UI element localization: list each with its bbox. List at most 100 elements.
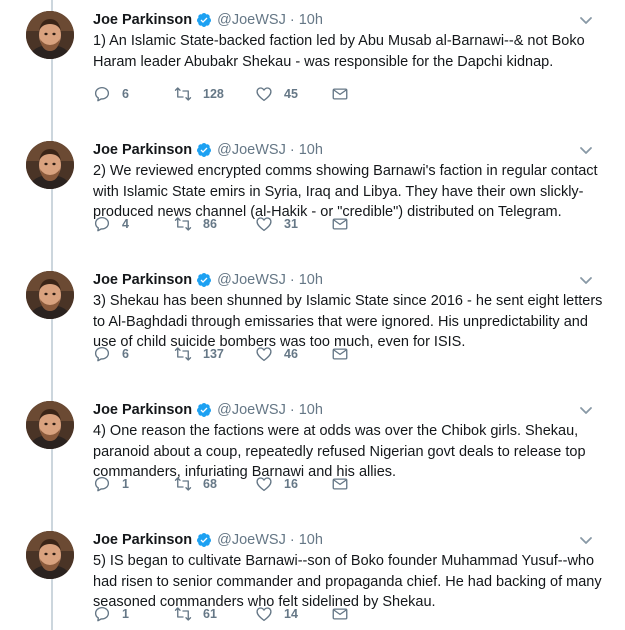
author-name[interactable]: Joe Parkinson xyxy=(93,532,192,548)
retweet-count: 137 xyxy=(203,347,224,361)
reply-count: 6 xyxy=(122,87,129,101)
reply-button[interactable]: 1 xyxy=(93,474,129,494)
chevron-down-icon[interactable] xyxy=(578,402,594,418)
direct-message-button[interactable] xyxy=(331,344,349,364)
retweet-count: 68 xyxy=(203,477,217,491)
tweet-5[interactable]: Joe Parkinson @JoeWSJ · 10h 5) IS began … xyxy=(0,520,625,630)
verified-badge-icon xyxy=(196,272,212,288)
separator-dot: · xyxy=(289,532,295,548)
verified-badge-icon xyxy=(196,12,212,28)
tweet-text: 1) An Islamic State-backed faction led b… xyxy=(93,33,585,70)
retweet-button[interactable]: 61 xyxy=(174,604,217,624)
heart-icon xyxy=(256,347,272,362)
author-handle[interactable]: @JoeWSJ xyxy=(217,12,286,28)
reply-count: 6 xyxy=(122,347,129,361)
tweet-thread: Joe Parkinson @JoeWSJ · 10h 1) An Islami… xyxy=(0,0,625,630)
heart-icon xyxy=(256,607,272,622)
author-handle[interactable]: @JoeWSJ xyxy=(217,402,286,418)
retweet-button[interactable]: 128 xyxy=(174,84,224,104)
reply-count: 4 xyxy=(122,217,129,231)
envelope-icon xyxy=(332,478,348,490)
tweet-actions: 6 128 45 xyxy=(93,84,393,104)
separator-dot: · xyxy=(289,12,295,28)
reply-icon xyxy=(94,346,110,362)
avatar[interactable] xyxy=(26,271,74,319)
retweet-count: 128 xyxy=(203,87,224,101)
chevron-down-icon[interactable] xyxy=(578,12,594,28)
heart-icon xyxy=(256,477,272,492)
timestamp[interactable]: 10h xyxy=(299,402,323,418)
verified-badge-icon xyxy=(196,402,212,418)
verified-badge-icon xyxy=(196,142,212,158)
retweet-button[interactable]: 86 xyxy=(174,214,217,234)
tweet-4[interactable]: Joe Parkinson @JoeWSJ · 10h 4) One reaso… xyxy=(0,390,625,520)
avatar[interactable] xyxy=(26,401,74,449)
retweet-icon xyxy=(174,217,192,231)
chevron-down-icon[interactable] xyxy=(578,142,594,158)
retweet-icon xyxy=(174,477,192,491)
tweet-2[interactable]: Joe Parkinson @JoeWSJ · 10h 2) We review… xyxy=(0,130,625,260)
retweet-count: 61 xyxy=(203,607,217,621)
chevron-down-icon[interactable] xyxy=(578,532,594,548)
reply-button[interactable]: 6 xyxy=(93,84,129,104)
like-button[interactable]: 31 xyxy=(255,214,298,234)
envelope-icon xyxy=(332,88,348,100)
tweet-actions: 1 68 16 xyxy=(93,474,393,494)
author-name[interactable]: Joe Parkinson xyxy=(93,272,192,288)
separator-dot: · xyxy=(289,142,295,158)
retweet-button[interactable]: 137 xyxy=(174,344,224,364)
like-count: 14 xyxy=(284,607,298,621)
reply-icon xyxy=(94,216,110,232)
retweet-count: 86 xyxy=(203,217,217,231)
like-button[interactable]: 46 xyxy=(255,344,298,364)
reply-icon xyxy=(94,86,110,102)
avatar[interactable] xyxy=(26,531,74,579)
like-count: 31 xyxy=(284,217,298,231)
tweet-3[interactable]: Joe Parkinson @JoeWSJ · 10h 3) Shekau ha… xyxy=(0,260,625,390)
author-handle[interactable]: @JoeWSJ xyxy=(217,142,286,158)
tweet-header: Joe Parkinson @JoeWSJ · 10h xyxy=(93,11,323,29)
envelope-icon xyxy=(332,608,348,620)
reply-icon xyxy=(94,606,110,622)
tweet-actions: 1 61 14 xyxy=(93,604,393,624)
chevron-down-icon[interactable] xyxy=(578,272,594,288)
direct-message-button[interactable] xyxy=(331,474,349,494)
author-handle[interactable]: @JoeWSJ xyxy=(217,532,286,548)
reply-button[interactable]: 4 xyxy=(93,214,129,234)
tweet-header: Joe Parkinson @JoeWSJ · 10h xyxy=(93,531,323,549)
timestamp[interactable]: 10h xyxy=(299,272,323,288)
reply-count: 1 xyxy=(122,607,129,621)
like-button[interactable]: 14 xyxy=(255,604,298,624)
author-handle[interactable]: @JoeWSJ xyxy=(217,272,286,288)
tweet-header: Joe Parkinson @JoeWSJ · 10h xyxy=(93,271,323,289)
retweet-button[interactable]: 68 xyxy=(174,474,217,494)
direct-message-button[interactable] xyxy=(331,84,349,104)
timestamp[interactable]: 10h xyxy=(299,12,323,28)
tweet-header: Joe Parkinson @JoeWSJ · 10h xyxy=(93,401,323,419)
envelope-icon xyxy=(332,348,348,360)
tweet-1[interactable]: Joe Parkinson @JoeWSJ · 10h 1) An Islami… xyxy=(0,0,625,130)
heart-icon xyxy=(256,217,272,232)
like-count: 16 xyxy=(284,477,298,491)
reply-button[interactable]: 1 xyxy=(93,604,129,624)
retweet-icon xyxy=(174,347,192,361)
timestamp[interactable]: 10h xyxy=(299,532,323,548)
retweet-icon xyxy=(174,607,192,621)
author-name[interactable]: Joe Parkinson xyxy=(93,12,192,28)
avatar[interactable] xyxy=(26,141,74,189)
author-name[interactable]: Joe Parkinson xyxy=(93,402,192,418)
envelope-icon xyxy=(332,218,348,230)
direct-message-button[interactable] xyxy=(331,214,349,234)
tweet-actions: 6 137 46 xyxy=(93,344,393,364)
tweet-header: Joe Parkinson @JoeWSJ · 10h xyxy=(93,141,323,159)
reply-count: 1 xyxy=(122,477,129,491)
separator-dot: · xyxy=(289,272,295,288)
like-button[interactable]: 45 xyxy=(255,84,298,104)
avatar[interactable] xyxy=(26,11,74,59)
reply-button[interactable]: 6 xyxy=(93,344,129,364)
direct-message-button[interactable] xyxy=(331,604,349,624)
timestamp[interactable]: 10h xyxy=(299,142,323,158)
author-name[interactable]: Joe Parkinson xyxy=(93,142,192,158)
like-button[interactable]: 16 xyxy=(255,474,298,494)
like-count: 46 xyxy=(284,347,298,361)
